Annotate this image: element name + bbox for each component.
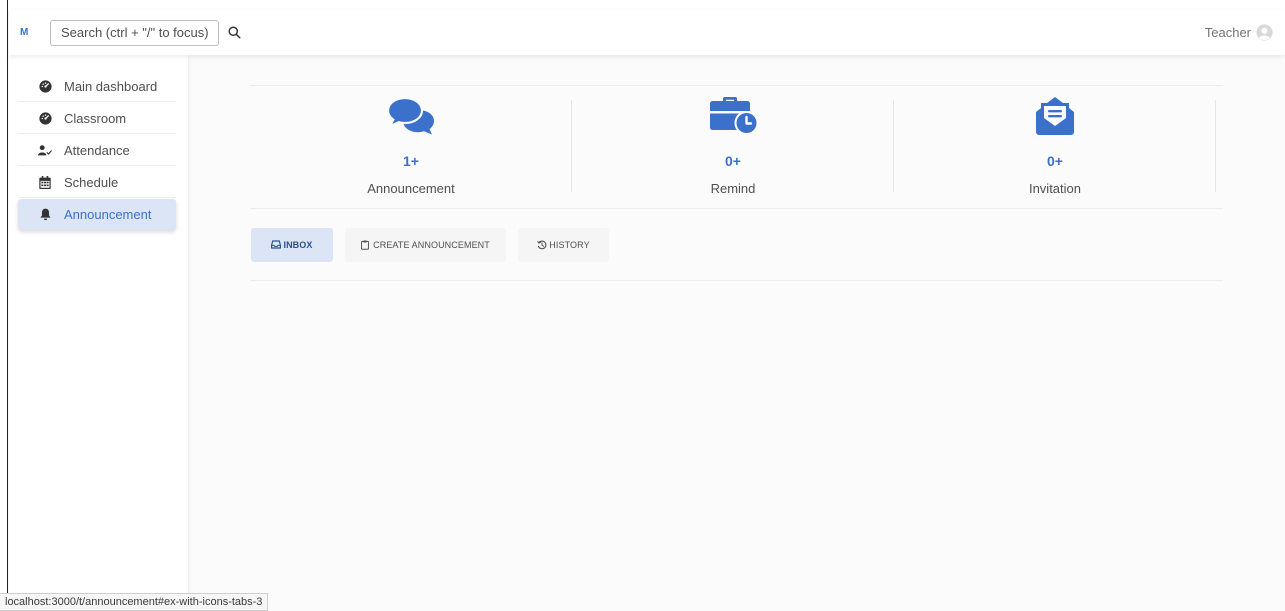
clipboard-icon [361, 240, 371, 250]
sidebar-item-label: Classroom [64, 110, 127, 126]
tab-label: HISTORY [549, 240, 590, 250]
stats-row: 1+ Announcement 0+ Remind 0+ Invitation [250, 86, 1233, 208]
brand-logo[interactable]: M [20, 26, 34, 40]
divider [250, 208, 1223, 209]
divider [250, 280, 1223, 281]
envelope-open-text-icon [1035, 97, 1075, 135]
sidebar-item-classroom[interactable]: Classroom [18, 103, 176, 134]
search-form [50, 19, 243, 46]
sidebar-item-label: Schedule [64, 174, 119, 190]
sidebar-item-label: Main dashboard [64, 78, 158, 94]
tab-label: INBOX [283, 240, 313, 250]
window-left-edge [0, 0, 8, 611]
stat-label: Announcement [367, 181, 455, 196]
inbox-icon [271, 240, 282, 250]
sidebar-item-label: Announcement [64, 207, 152, 222]
sidebar-item-attendance[interactable]: Attendance [18, 135, 176, 166]
stat-count: 0+ [725, 153, 741, 169]
stat-label: Invitation [1028, 181, 1082, 196]
avatar-icon[interactable] [1256, 24, 1273, 41]
stat-label: Remind [710, 181, 756, 196]
user-check-icon [38, 143, 52, 157]
search-input[interactable] [50, 19, 219, 46]
divider [1215, 100, 1216, 192]
tab-inbox[interactable]: INBOX [251, 228, 333, 262]
browser-status-bar: localhost:3000/t/announcement#ex-with-ic… [0, 593, 269, 611]
sidebar-item-main-dashboard[interactable]: Main dashboard [18, 71, 176, 102]
stat-invitation: 0+ Invitation [894, 86, 1216, 208]
sidebar-item-announcement[interactable]: Announcement [18, 199, 176, 230]
tab-create-announcement[interactable]: CREATE ANNOUNCEMENT [345, 228, 506, 262]
stat-count: 1+ [403, 153, 419, 169]
top-navbar: M Teacher [9, 10, 1285, 55]
sidebar-item-label: Attendance [64, 142, 130, 158]
stat-count: 0+ [1047, 153, 1063, 169]
stat-remind: 0+ Remind [572, 86, 894, 208]
window-top-edge [0, 0, 1285, 10]
calendar-icon [38, 175, 52, 189]
sidebar-item-schedule[interactable]: Schedule [18, 167, 176, 198]
comments-icon [387, 97, 435, 135]
tab-label: CREATE ANNOUNCEMENT [373, 240, 490, 250]
tachometer-icon [38, 79, 52, 93]
tachometer-icon [38, 111, 52, 125]
history-icon [537, 240, 547, 250]
business-time-icon [709, 97, 757, 135]
user-menu[interactable]: Teacher [1205, 24, 1273, 41]
user-name[interactable]: Teacher [1205, 25, 1251, 40]
search-icon[interactable] [225, 24, 243, 42]
sidebar: Main dashboard Classroom Attendance Sche… [9, 55, 188, 611]
bell-icon [38, 208, 52, 222]
tab-history[interactable]: HISTORY [518, 228, 609, 262]
announcement-tabs: INBOX CREATE ANNOUNCEMENT HISTORY [251, 228, 621, 262]
stat-announcement: 1+ Announcement [250, 86, 572, 208]
